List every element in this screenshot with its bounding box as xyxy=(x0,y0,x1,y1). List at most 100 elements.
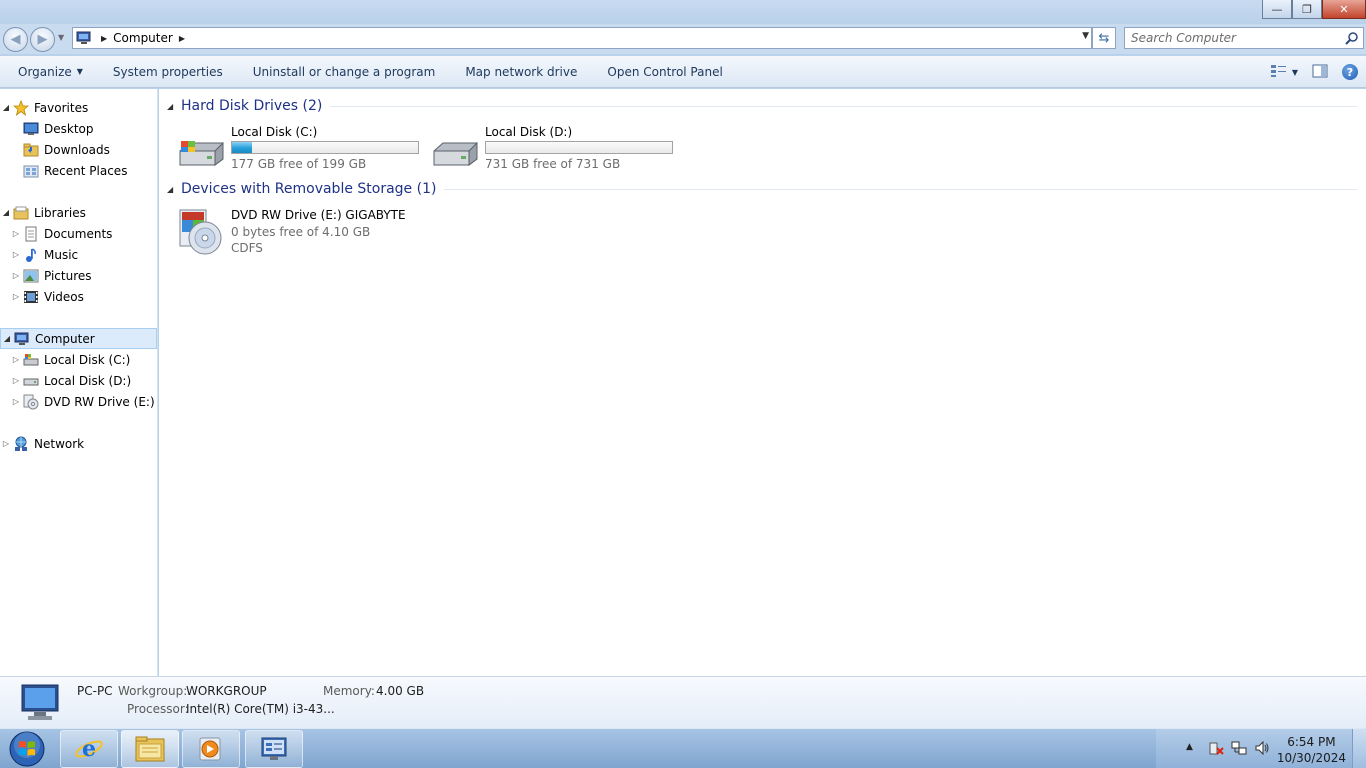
collapsed-icon[interactable]: ▷ xyxy=(10,355,22,364)
nav-label: Videos xyxy=(44,289,84,304)
system-properties-button[interactable]: System properties xyxy=(98,60,238,84)
command-bar: Organize ▼ System properties Uninstall or… xyxy=(0,56,1366,88)
nav-videos[interactable]: ▷ Videos xyxy=(0,286,157,307)
collapsed-icon[interactable]: ▷ xyxy=(10,229,22,238)
dvd-drive-icon xyxy=(22,394,40,410)
open-control-panel-button[interactable]: Open Control Panel xyxy=(592,60,737,84)
drive-free-space: 731 GB free of 731 GB xyxy=(485,157,621,171)
pictures-icon xyxy=(22,268,40,284)
drive-usage-bar xyxy=(485,141,673,154)
refresh-icon: ⇆ xyxy=(1098,30,1110,46)
nav-label: Desktop xyxy=(44,121,94,136)
group-removable-storage[interactable]: ◢ Devices with Removable Storage (1) xyxy=(167,178,1357,200)
show-hidden-icons-button[interactable]: ▲ xyxy=(1186,742,1193,752)
drive-usage-bar xyxy=(231,141,419,154)
expanded-icon[interactable]: ◢ xyxy=(167,185,181,194)
search-box[interactable] xyxy=(1124,27,1364,49)
drive-dvd-rw[interactable]: DVD RW Drive (E:) GIGABYTE 0 bytes free … xyxy=(175,208,406,258)
address-bar[interactable]: ▶ Computer ▶ ▼ xyxy=(72,27,1092,49)
navigation-pane: ◢ Favorites Desktop Downloads Recent Pla… xyxy=(0,89,158,676)
collapsed-icon[interactable]: ▷ xyxy=(10,397,22,406)
action-center-icon[interactable] xyxy=(1208,740,1224,759)
clock[interactable]: 6:54 PM 10/30/2024 xyxy=(1277,734,1346,766)
expanded-icon[interactable]: ◢ xyxy=(167,102,181,111)
nav-label: Pictures xyxy=(44,268,92,283)
change-view-button[interactable]: ▼ xyxy=(1270,60,1298,84)
collapsed-icon[interactable]: ▷ xyxy=(10,271,22,280)
maximize-button[interactable]: ❐ xyxy=(1292,0,1322,19)
expanded-icon[interactable]: ◢ xyxy=(0,208,12,217)
processor-value: Intel(R) Core(TM) i3-43... xyxy=(186,702,335,716)
address-dropdown-icon[interactable]: ▼ xyxy=(1082,31,1089,41)
expanded-icon[interactable]: ◢ xyxy=(1,334,13,343)
nav-label: Local Disk (C:) xyxy=(44,352,131,367)
nav-music[interactable]: ▷ Music xyxy=(0,244,157,265)
collapsed-icon[interactable]: ▷ xyxy=(0,439,12,448)
media-player-icon xyxy=(199,737,221,761)
help-button[interactable]: ? xyxy=(1342,60,1358,84)
recent-pages-dropdown[interactable]: ▼ xyxy=(58,33,64,42)
organize-button[interactable]: Organize ▼ xyxy=(0,60,98,84)
downloads-folder-icon xyxy=(22,142,40,158)
back-button[interactable]: ◀ xyxy=(3,27,28,52)
taskbar-control-panel[interactable] xyxy=(245,730,303,768)
refresh-button[interactable]: ⇆ xyxy=(1092,27,1116,49)
forward-button[interactable]: ▶ xyxy=(30,27,55,52)
nav-label: Computer xyxy=(35,331,95,346)
network-status-icon[interactable] xyxy=(1231,740,1247,759)
nav-recent-places[interactable]: Recent Places xyxy=(0,160,157,181)
nav-label: Music xyxy=(44,247,79,262)
content-area: ◢ Hard Disk Drives (2) Local Disk (C:) 1… xyxy=(159,89,1366,676)
libraries-icon xyxy=(12,205,30,221)
network-icon xyxy=(12,436,30,452)
nav-label: Libraries xyxy=(34,205,86,220)
search-input[interactable] xyxy=(1125,28,1335,48)
details-pane: PC-PC Workgroup: WORKGROUP Memory: 4.00 … xyxy=(0,676,1366,728)
forward-arrow-icon: ▶ xyxy=(37,32,48,47)
uninstall-program-button[interactable]: Uninstall or change a program xyxy=(238,60,451,84)
nav-computer[interactable]: ◢ Computer xyxy=(0,328,157,349)
address-row: ◀ ▶ ▼ ▶ Computer ▶ ▼ ⇆ xyxy=(0,24,1366,54)
taskbar-internet-explorer[interactable]: e xyxy=(60,730,118,768)
volume-icon[interactable] xyxy=(1254,740,1270,759)
memory-label: Memory: xyxy=(323,684,375,698)
clock-date: 10/30/2024 xyxy=(1276,751,1346,765)
nav-documents[interactable]: ▷ Documents xyxy=(0,223,157,244)
nav-pictures[interactable]: ▷ Pictures xyxy=(0,265,157,286)
map-network-drive-button[interactable]: Map network drive xyxy=(450,60,592,84)
start-button[interactable] xyxy=(4,730,50,768)
collapsed-icon[interactable]: ▷ xyxy=(10,292,22,301)
taskbar-media-player[interactable] xyxy=(182,730,240,768)
breadcrumb-separator-icon[interactable]: ▶ xyxy=(179,34,185,43)
search-icon[interactable] xyxy=(1345,31,1359,48)
collapsed-icon[interactable]: ▷ xyxy=(10,250,22,259)
drive-file-system: CDFS xyxy=(231,241,263,255)
nav-favorites[interactable]: ◢ Favorites xyxy=(0,97,157,118)
nav-local-disk-d[interactable]: ▷ Local Disk (D:) xyxy=(0,370,157,391)
nav-local-disk-c[interactable]: ▷ Local Disk (C:) xyxy=(0,349,157,370)
minimize-button[interactable]: — xyxy=(1262,0,1292,19)
nav-downloads[interactable]: Downloads xyxy=(0,139,157,160)
preview-pane-button[interactable] xyxy=(1312,60,1328,84)
svg-text:e: e xyxy=(82,736,96,762)
expanded-icon[interactable]: ◢ xyxy=(0,103,12,112)
drive-local-disk-c[interactable]: Local Disk (C:) 177 GB free of 199 GB xyxy=(175,125,419,175)
nav-libraries[interactable]: ◢ Libraries xyxy=(0,202,157,223)
preview-pane-icon xyxy=(1312,64,1328,81)
title-bar: — ❐ ✕ xyxy=(0,0,1366,24)
help-icon: ? xyxy=(1342,64,1358,80)
group-hard-disk-drives[interactable]: ◢ Hard Disk Drives (2) xyxy=(167,95,1357,117)
collapsed-icon[interactable]: ▷ xyxy=(10,376,22,385)
breadcrumb-computer[interactable]: Computer xyxy=(113,31,173,45)
drive-name: Local Disk (D:) xyxy=(485,125,573,139)
nav-network[interactable]: ▷ Network xyxy=(0,433,157,454)
nav-dvd-drive[interactable]: ▷ DVD RW Drive (E:) GIGABYTE xyxy=(0,391,157,412)
drive-local-disk-d[interactable]: Local Disk (D:) 731 GB free of 731 GB xyxy=(429,125,673,175)
show-desktop-button[interactable] xyxy=(1352,729,1366,768)
group-divider xyxy=(444,188,1357,190)
nav-desktop[interactable]: Desktop xyxy=(0,118,157,139)
breadcrumb-separator-icon[interactable]: ▶ xyxy=(101,34,107,43)
close-button[interactable]: ✕ xyxy=(1322,0,1366,19)
taskbar-windows-explorer[interactable] xyxy=(121,730,179,768)
chevron-down-icon: ▼ xyxy=(76,67,83,76)
